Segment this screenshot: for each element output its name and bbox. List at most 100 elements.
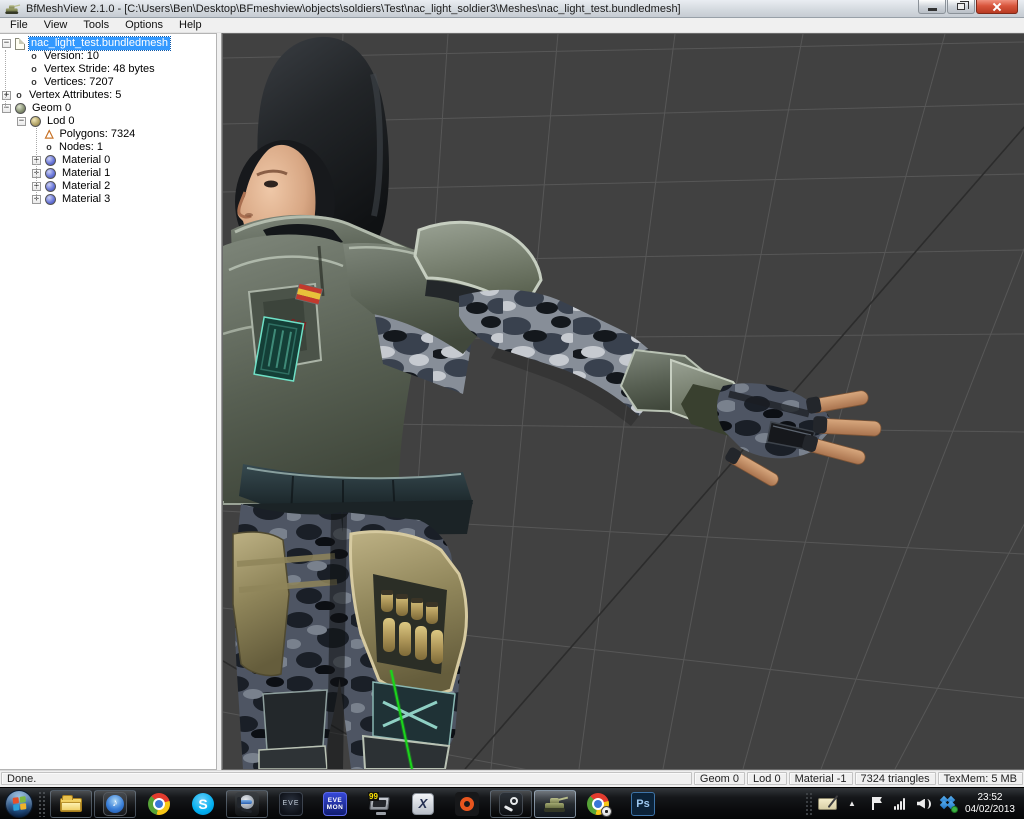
taskbar-chrome-football[interactable]: [578, 790, 620, 818]
menu-help[interactable]: Help: [171, 18, 210, 33]
evemon-icon: EVE MON: [323, 791, 347, 816]
model-canvas[interactable]: 001: [223, 34, 1024, 769]
taskbar-teamspeak[interactable]: [226, 789, 268, 818]
up-arrow-icon: ▲: [847, 799, 856, 808]
clock-time: 23:52: [977, 791, 1003, 803]
tree-row-vertex-attributes[interactable]: + o Vertex Attributes: 5: [0, 89, 216, 102]
status-geom: Geom 0: [693, 772, 746, 785]
status-bar: Done. Geom 0 Lod 0 Material -1 7324 tria…: [0, 770, 1024, 787]
lod-sphere-icon: [30, 116, 41, 127]
start-button[interactable]: [2, 789, 36, 819]
tree-guide-line: [5, 50, 6, 108]
tree-row-version[interactable]: o Version: 10: [0, 50, 216, 63]
taskbar-xfire[interactable]: X: [402, 790, 444, 818]
tree-row-vertex-stride[interactable]: o Vertex Stride: 48 bytes: [0, 63, 216, 76]
itunes-icon: ♪: [103, 791, 127, 816]
collapse-icon[interactable]: −: [2, 39, 11, 48]
tree-label-root[interactable]: nac_light_test.bundledmesh: [28, 36, 171, 51]
tree-row-lod0[interactable]: − Lod 0: [0, 115, 216, 128]
steam-icon: [499, 791, 523, 816]
taskbar-eve-online[interactable]: EVE: [270, 790, 312, 818]
taskbar-performance-meter[interactable]: 99: [358, 790, 400, 818]
system-tray: ▲ 23:52 04/02/2013: [804, 788, 1022, 819]
material-sphere-icon: [45, 194, 56, 205]
status-material: Material -1: [788, 772, 853, 785]
3d-viewport[interactable]: 001: [222, 33, 1024, 770]
tree-row-material1[interactable]: + Material 1: [0, 167, 216, 180]
tree-row-material0[interactable]: + Material 0: [0, 154, 216, 167]
taskbar-grip: [38, 790, 47, 817]
taskbar-steam[interactable]: [490, 789, 532, 818]
menu-options[interactable]: Options: [117, 18, 171, 33]
menu-bar: File View Tools Options Help: [0, 18, 1024, 33]
collapse-icon[interactable]: −: [2, 104, 11, 113]
tank-icon: [542, 794, 569, 814]
pen-tablet-tray-icon[interactable]: [818, 792, 838, 816]
app-window: BfMeshView 2.1.0 - [C:\Users\Ben\Desktop…: [0, 0, 1024, 819]
material-sphere-icon: [45, 155, 56, 166]
material-sphere-icon: [45, 168, 56, 179]
tree-row-root[interactable]: − nac_light_test.bundledmesh: [0, 36, 216, 51]
taskbar-skype[interactable]: S: [182, 790, 224, 818]
taskbar-itunes[interactable]: ♪: [94, 789, 136, 818]
tree-row-material3[interactable]: + Material 3: [0, 193, 216, 206]
taskbar-evemon[interactable]: EVE MON: [314, 790, 356, 818]
taskbar-clock[interactable]: 23:52 04/02/2013: [960, 792, 1022, 816]
expand-icon[interactable]: +: [2, 91, 11, 100]
volume-icon[interactable]: [914, 792, 934, 816]
tree-row-geom0[interactable]: − Geom 0: [0, 102, 216, 115]
clock-date: 04/02/2013: [964, 803, 1015, 815]
restore-icon: [957, 1, 969, 10]
status-triangles: 7324 triangles: [854, 772, 936, 785]
window-title: BfMeshView 2.1.0 - [C:\Users\Ben\Desktop…: [26, 2, 681, 15]
headset-avatar-icon: [235, 791, 259, 816]
eve-online-icon: EVE: [279, 791, 303, 816]
status-texmem: TexMem: 5 MB: [937, 772, 1023, 785]
chrome-icon: [148, 792, 170, 815]
tree-row-material2[interactable]: + Material 2: [0, 180, 216, 193]
property-icon: o: [16, 90, 22, 100]
geom-sphere-icon: [15, 103, 26, 114]
property-icon: o: [31, 64, 37, 74]
property-icon: o: [31, 51, 37, 61]
close-icon: [992, 2, 1002, 12]
chrome-football-icon: [587, 792, 612, 817]
menu-view[interactable]: View: [36, 18, 76, 33]
taskbar-bfmeshview-active[interactable]: [534, 789, 576, 818]
xfire-icon: X: [412, 792, 434, 815]
taskbar-photoshop[interactable]: Ps: [622, 790, 664, 818]
close-button[interactable]: [976, 0, 1018, 14]
explorer-folder-icon: [60, 794, 82, 812]
minimize-button[interactable]: [918, 0, 946, 14]
tree-row-nodes[interactable]: o Nodes: 1: [0, 141, 216, 154]
taskbar-chrome[interactable]: [138, 790, 180, 818]
tree-guide-line: [36, 128, 37, 199]
status-lod: Lod 0: [747, 772, 787, 785]
menu-tools[interactable]: Tools: [75, 18, 117, 33]
tree-row-polygons[interactable]: △ Polygons: 7324: [0, 128, 216, 141]
windows-orb-icon: [5, 789, 33, 818]
network-icon[interactable]: [890, 792, 910, 816]
taskbar-explorer[interactable]: [50, 789, 92, 818]
dropbox-icon[interactable]: [938, 792, 960, 816]
photoshop-icon: Ps: [631, 791, 655, 816]
status-message: Done.: [1, 772, 692, 785]
taskbar-origin[interactable]: [446, 790, 488, 818]
monitor-icon: 99: [367, 791, 391, 816]
collapse-icon[interactable]: −: [17, 117, 26, 126]
material-sphere-icon: [45, 181, 56, 192]
action-center-icon[interactable]: [866, 792, 886, 816]
title-bar: BfMeshView 2.1.0 - [C:\Users\Ben\Desktop…: [0, 0, 1024, 18]
minimize-icon: [927, 7, 937, 11]
restore-button[interactable]: [947, 0, 975, 14]
origin-icon: [455, 791, 479, 816]
tray-grip: [804, 791, 813, 816]
tree-row-vertices[interactable]: o Vertices: 7207: [0, 76, 216, 89]
property-icon: o: [46, 142, 52, 152]
property-icon: o: [31, 77, 37, 87]
menu-file[interactable]: File: [2, 18, 36, 33]
skype-icon: S: [192, 792, 214, 815]
show-hidden-icons-button[interactable]: ▲: [842, 792, 862, 816]
performance-badge: 99: [368, 791, 379, 801]
mesh-tree-panel: − nac_light_test.bundledmesh o Version: …: [0, 33, 217, 770]
